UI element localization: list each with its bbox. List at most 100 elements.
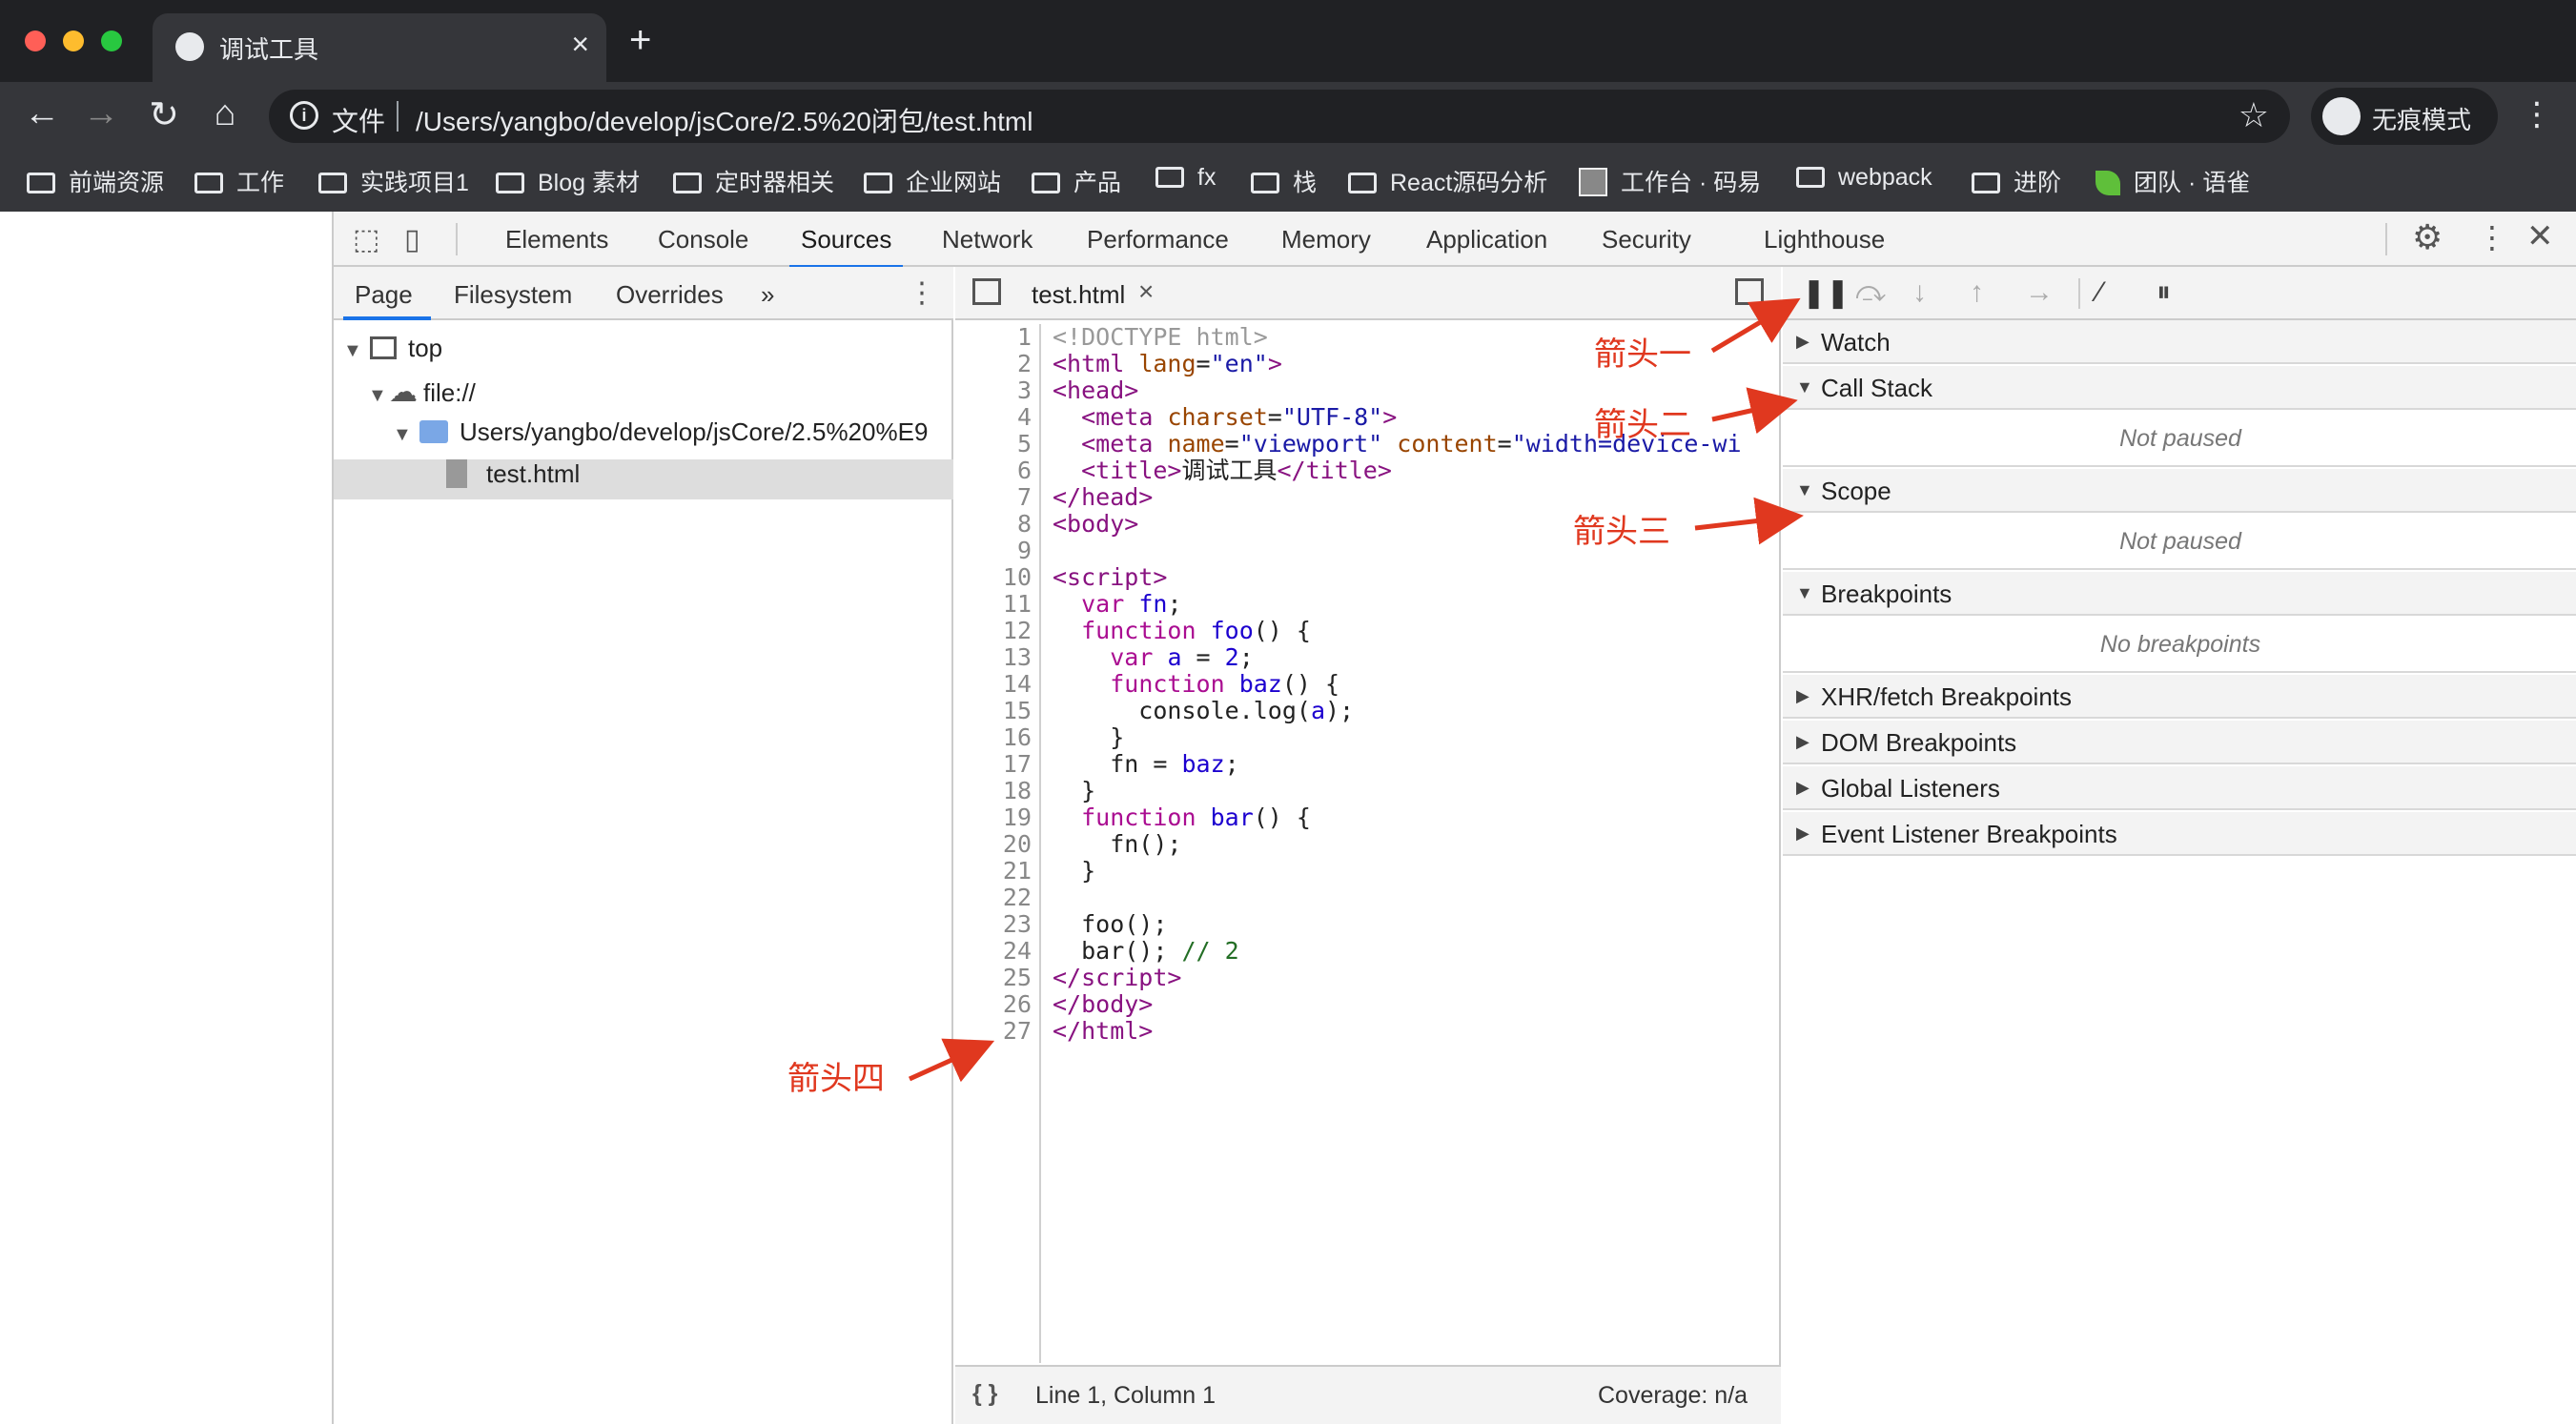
tab-lighthouse[interactable]: Lighthouse bbox=[1764, 225, 1885, 254]
step-out-icon[interactable]: ↑ bbox=[1970, 276, 1984, 309]
inspect-element-icon[interactable]: ⬚ bbox=[353, 223, 379, 256]
tab-elements[interactable]: Elements bbox=[505, 225, 608, 254]
minimize-window-button[interactable] bbox=[63, 31, 84, 51]
tab-filesystem[interactable]: Filesystem bbox=[454, 280, 572, 310]
toggle-debugger-icon[interactable] bbox=[1735, 278, 1764, 305]
line-number[interactable]: 13 bbox=[955, 644, 1032, 671]
pause-icon[interactable]: ❚❚ bbox=[1802, 276, 1850, 310]
line-number[interactable]: 8 bbox=[955, 511, 1032, 538]
bookmark-item[interactable]: 企业网站 bbox=[864, 164, 1001, 198]
file-tab-label[interactable]: test.html bbox=[1032, 280, 1125, 310]
more-options-icon[interactable]: ⋮ bbox=[2477, 219, 2507, 255]
line-number[interactable]: 21 bbox=[955, 858, 1032, 885]
line-number[interactable]: 19 bbox=[955, 804, 1032, 831]
line-number[interactable]: 3 bbox=[955, 377, 1032, 404]
close-file-icon[interactable]: × bbox=[1138, 276, 1154, 307]
line-number[interactable]: 25 bbox=[955, 965, 1032, 991]
line-number[interactable]: 15 bbox=[955, 698, 1032, 724]
bookmark-item[interactable]: 工作 bbox=[194, 164, 284, 198]
section-event-listener-breakpoints[interactable]: ▶ Event Listener Breakpoints bbox=[1783, 812, 2576, 856]
bookmark-item[interactable]: 产品 bbox=[1032, 164, 1121, 198]
step-over-icon[interactable]: ⤼ bbox=[1855, 276, 1886, 309]
tab-network[interactable]: Network bbox=[942, 225, 1032, 254]
bookmark-item[interactable]: 工作台 · 码易 bbox=[1579, 164, 1761, 198]
tab-security[interactable]: Security bbox=[1602, 225, 1691, 254]
tab-application[interactable]: Application bbox=[1426, 225, 1547, 254]
tab-console[interactable]: Console bbox=[658, 225, 748, 254]
pause-on-exceptions-icon[interactable]: ⏸ bbox=[2157, 276, 2171, 309]
line-number[interactable]: 9 bbox=[955, 538, 1032, 564]
home-icon[interactable]: ⌂ bbox=[204, 93, 246, 134]
line-number[interactable]: 2 bbox=[955, 351, 1032, 377]
tree-item-file[interactable]: test.html bbox=[334, 459, 953, 499]
line-number[interactable]: 16 bbox=[955, 724, 1032, 751]
section-call-stack[interactable]: ▼ Call Stack bbox=[1783, 366, 2576, 410]
bookmark-star-icon[interactable]: ☆ bbox=[2239, 95, 2269, 135]
section-xhr-breakpoints[interactable]: ▶ XHR/fetch Breakpoints bbox=[1783, 675, 2576, 719]
info-icon[interactable]: i bbox=[290, 101, 318, 130]
step-into-icon[interactable]: ↓ bbox=[1912, 276, 1927, 309]
bookmark-item[interactable]: React源码分析 bbox=[1348, 164, 1547, 198]
section-global-listeners[interactable]: ▶ Global Listeners bbox=[1783, 766, 2576, 810]
bookmark-item[interactable]: fx bbox=[1155, 164, 1216, 192]
line-number[interactable]: 20 bbox=[955, 831, 1032, 858]
section-watch[interactable]: ▶ Watch bbox=[1783, 320, 2576, 364]
line-number[interactable]: 12 bbox=[955, 618, 1032, 644]
bookmark-item[interactable]: 团队 · 语雀 bbox=[2096, 164, 2250, 198]
incognito-badge[interactable]: 无痕模式 bbox=[2311, 88, 2498, 145]
pretty-print-button[interactable]: { } bbox=[972, 1380, 997, 1408]
tab-memory[interactable]: Memory bbox=[1281, 225, 1371, 254]
line-number[interactable]: 17 bbox=[955, 751, 1032, 778]
navigator-menu-icon[interactable]: ⋮ bbox=[908, 276, 936, 310]
line-number[interactable]: 6 bbox=[955, 458, 1032, 484]
deactivate-breakpoints-icon[interactable]: ⁄ bbox=[2097, 276, 2102, 309]
close-devtools-icon[interactable]: ✕ bbox=[2526, 217, 2554, 255]
tab-sources[interactable]: Sources bbox=[788, 225, 904, 269]
toggle-navigator-icon[interactable] bbox=[972, 278, 1001, 305]
tree-item-origin[interactable]: ▼☁ file:// bbox=[334, 376, 953, 416]
line-number[interactable]: 10 bbox=[955, 564, 1032, 591]
back-icon[interactable]: ← bbox=[21, 93, 63, 134]
bookmark-item[interactable]: 实践项目1 bbox=[318, 164, 469, 198]
line-number[interactable]: 18 bbox=[955, 778, 1032, 804]
bookmark-item[interactable]: webpack bbox=[1796, 164, 1932, 192]
line-number[interactable]: 24 bbox=[955, 938, 1032, 965]
more-tabs-icon[interactable]: » bbox=[761, 280, 774, 310]
close-tab-icon[interactable]: × bbox=[571, 27, 589, 62]
section-dom-breakpoints[interactable]: ▶ DOM Breakpoints bbox=[1783, 721, 2576, 764]
gear-icon[interactable]: ⚙ bbox=[2412, 217, 2443, 257]
line-number[interactable]: 26 bbox=[955, 991, 1032, 1018]
forward-icon[interactable]: → bbox=[80, 93, 122, 134]
close-window-button[interactable] bbox=[25, 31, 46, 51]
url-text[interactable]: /Users/yangbo/develop/jsCore/2.5%20闭包/te… bbox=[416, 101, 1032, 139]
line-number[interactable]: 11 bbox=[955, 591, 1032, 618]
line-number[interactable]: 22 bbox=[955, 885, 1032, 911]
maximize-window-button[interactable] bbox=[101, 31, 122, 51]
line-number[interactable]: 5 bbox=[955, 431, 1032, 458]
line-gutter[interactable]: 1 2 3 4 5 6 7 8 9 10 11 12 13 14 15 16 17 18 19 20 21 22 23 24 2… bbox=[955, 324, 1041, 1363]
address-bar[interactable]: i 文件 /Users/yangbo/develop/jsCore/2.5%20… bbox=[269, 90, 2290, 143]
bookmark-item[interactable]: 进阶 bbox=[1972, 164, 2061, 198]
tree-item-top[interactable]: ▼ top bbox=[334, 334, 953, 374]
bookmark-item[interactable]: 定时器相关 bbox=[673, 164, 834, 198]
bookmark-item[interactable]: Blog 素材 bbox=[496, 164, 640, 198]
browser-menu-icon[interactable]: ⋮ bbox=[2521, 95, 2553, 133]
line-number[interactable]: 4 bbox=[955, 404, 1032, 431]
line-number[interactable]: 23 bbox=[955, 911, 1032, 938]
tree-item-folder[interactable]: ▼ Users/yangbo/develop/jsCore/2.5%20%E9 bbox=[334, 417, 953, 458]
tab-overrides[interactable]: Overrides bbox=[616, 280, 724, 310]
bookmark-item[interactable]: 前端资源 bbox=[27, 164, 164, 198]
section-breakpoints[interactable]: ▼ Breakpoints bbox=[1783, 572, 2576, 616]
bookmark-item[interactable]: 栈 bbox=[1251, 164, 1317, 198]
new-tab-button[interactable]: + bbox=[629, 19, 651, 62]
reload-icon[interactable]: ↻ bbox=[143, 93, 185, 136]
line-number[interactable]: 27 bbox=[955, 1018, 1032, 1045]
tab-page[interactable]: Page bbox=[355, 280, 413, 310]
browser-tab[interactable]: 调试工具 × bbox=[153, 13, 606, 82]
code-editor[interactable]: 1 2 3 4 5 6 7 8 9 10 11 12 13 14 15 16 17 18 19 20 21 22 23 24 2… bbox=[955, 324, 1781, 1363]
section-scope[interactable]: ▼ Scope bbox=[1783, 469, 2576, 513]
device-toolbar-icon[interactable]: ▯ bbox=[404, 223, 420, 256]
line-number[interactable]: 7 bbox=[955, 484, 1032, 511]
step-icon[interactable]: → bbox=[2025, 276, 2054, 309]
line-number[interactable]: 1 bbox=[955, 324, 1032, 351]
